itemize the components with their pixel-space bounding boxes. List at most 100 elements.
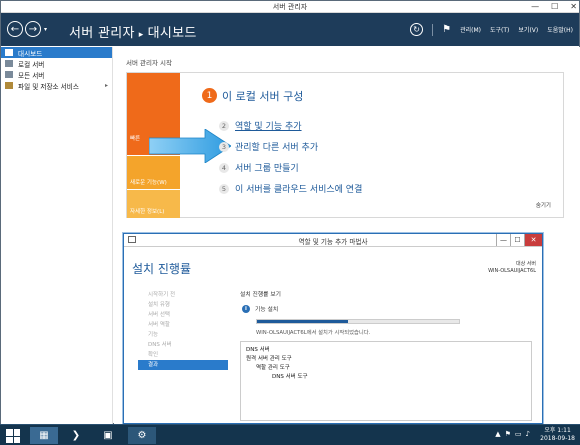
wizard-content: 설치 진행률 보기 i 기능 설치 WIN-OLSAUIJACT6L에서 설치가… (240, 289, 536, 421)
menu-help[interactable]: 도움말(H) (547, 25, 573, 34)
tray-expand-icon[interactable]: ▲ (495, 430, 500, 438)
taskbar: ▦ ❯ ▣ ⚙ ▲ ⚑ ▭ ♪ 오후 1:11 2018-09-18 (0, 424, 580, 445)
header-actions: ↻ ⚑ 관리(M) 도구(T) 보기(V) 도움말(H) (410, 23, 573, 36)
list-item: 원격 서버 관리 도구 (246, 356, 292, 362)
chevron-right-icon: ▸ (104, 82, 108, 89)
menu-view[interactable]: 보기(V) (518, 25, 538, 34)
wizard-title: 역할 및 기능 추가 마법사 (298, 238, 368, 246)
tile-quick-label: 빠른 (130, 136, 141, 142)
welcome-panel: 빠른 새로운 기능(W) 자세한 정보(L) 1 이 로컬 서버 구성 2 역할… (126, 72, 564, 218)
wizard-nav-item: 시작하기 전 (148, 292, 176, 298)
wizard-title-bar: 역할 및 기능 추가 마법사 — ☐ ✕ (124, 234, 542, 247)
back-button[interactable]: ← (7, 21, 23, 37)
clock[interactable]: 오후 1:11 2018-09-18 (540, 427, 575, 443)
step-label: 서버 그룹 만들기 (235, 164, 299, 174)
menu-tools[interactable]: 도구(T) (490, 25, 509, 34)
target-server-value: WIN-OLSAUIJACT6L (488, 268, 536, 274)
step-label: 관리할 다른 서버 추가 (235, 143, 319, 153)
menu-manage[interactable]: 관리(M) (460, 25, 481, 34)
step-number: 3 (219, 141, 229, 152)
refresh-icon[interactable]: ↻ (410, 23, 424, 36)
step-number: 2 (219, 120, 229, 131)
powershell-icon[interactable]: ❯ (62, 427, 90, 444)
step-label: 역할 및 기능 추가 (235, 122, 302, 132)
dashboard-icon (5, 49, 13, 56)
section-number-badge: 1 (202, 88, 217, 103)
notifications-flag-icon[interactable]: ⚑ (442, 24, 451, 35)
start-windows-icon[interactable] (6, 429, 20, 443)
wizard-nav-item: 서버 선택 (148, 312, 170, 318)
wizard-heading: 설치 진행률 (132, 262, 192, 276)
step-create-group[interactable]: 4 서버 그룹 만들기 (219, 161, 299, 174)
maximize-button[interactable]: ☐ (551, 2, 558, 11)
tile-new-label: 새로운 기능(W) (130, 180, 167, 186)
breadcrumb-page: 대시보드 (147, 26, 197, 41)
list-item: DNS 서버 (246, 347, 270, 353)
network-icon[interactable]: ▭ (515, 430, 522, 438)
sidebar-item-label: 로컬 서버 (18, 60, 45, 69)
forward-button[interactable]: → (25, 21, 41, 37)
close-button[interactable]: ✕ (570, 2, 577, 11)
wizard-nav-item: DNS 서버 (148, 342, 172, 348)
window-controls: — ☐ ✕ (531, 2, 577, 11)
wizard-window-controls: — ☐ ✕ (496, 234, 542, 246)
install-progress-bar (256, 319, 460, 324)
storage-icon (5, 82, 13, 89)
info-icon: i (242, 304, 250, 313)
wizard-nav-item: 설치 유형 (148, 302, 170, 308)
sidebar-item-local-server[interactable]: 로컬 서버 (1, 58, 112, 69)
view-progress-label: 설치 진행률 보기 (240, 292, 282, 298)
sidebar-item-dashboard[interactable]: 대시보드 (1, 47, 112, 58)
server-icon (5, 60, 13, 67)
list-item: DNS 서버 도구 (272, 374, 308, 380)
wizard-nav: 시작하기 전 설치 유형 서버 선택 서버 역할 기능 DNS 서버 확인 결과 (138, 290, 228, 370)
install-status-row: i 기능 설치 (242, 304, 278, 313)
wizard-minimize-button[interactable]: — (496, 234, 510, 246)
wizard-header: 설치 진행률 대상 서버 WIN-OLSAUIJACT6L (124, 247, 542, 281)
server-manager-icon[interactable]: ▦ (30, 427, 58, 444)
step-connect-cloud[interactable]: 5 이 서버를 클라우드 서비스에 연결 (219, 182, 362, 195)
action-center-icon[interactable]: ⚑ (505, 430, 511, 438)
tile-learn-more[interactable]: 자세한 정보(L) (127, 189, 180, 218)
volume-icon[interactable]: ♪ (526, 430, 530, 438)
sidebar-item-all-servers[interactable]: 모든 서버 (1, 69, 112, 80)
wizard-nav-item-results[interactable]: 결과 (138, 360, 228, 370)
step-number: 4 (219, 162, 229, 173)
add-roles-wizard-window: 역할 및 기능 추가 마법사 — ☐ ✕ 설치 진행률 대상 서버 WIN-OL… (123, 233, 543, 424)
tile-more-label: 자세한 정보(L) (130, 209, 165, 215)
wizard-icon[interactable]: ⚙ (128, 427, 156, 444)
feature-list: DNS 서버 원격 서버 관리 도구 역할 관리 도구 DNS 서버 도구 (240, 341, 532, 421)
minimize-button[interactable]: — (531, 2, 539, 11)
sidebar-item-label: 모든 서버 (18, 71, 45, 80)
install-status-text: 기능 설치 (255, 307, 279, 313)
sidebar: 대시보드 로컬 서버 모든 서버 파일 및 저장소 서비스 ▸ (1, 47, 113, 425)
wizard-nav-item: 서버 역할 (148, 322, 170, 328)
header-bar: ← → ▾ 서버 관리자 ▸ 대시보드 ↻ ⚑ 관리(M) 도구(T) 보기(V) … (1, 13, 579, 46)
welcome-title: 서버 관리자 시작 (126, 59, 172, 67)
refresh-glyph: ↻ (413, 25, 420, 34)
wizard-nav-item: 기능 (148, 332, 159, 338)
servers-icon (5, 71, 13, 78)
header-divider (432, 23, 434, 36)
window-title: 서버 관리자 (272, 3, 308, 11)
back-arrow-icon: ← (10, 23, 20, 35)
clock-time: 오후 1:11 (544, 427, 571, 434)
forward-arrow-icon: → (28, 23, 38, 35)
wizard-close-button[interactable]: ✕ (524, 234, 542, 246)
step-add-servers[interactable]: 3 관리할 다른 서버 추가 (219, 140, 318, 153)
wizard-maximize-button[interactable]: ☐ (510, 234, 524, 246)
progress-fill (257, 320, 348, 323)
history-dropdown-icon[interactable]: ▾ (44, 26, 47, 33)
step-label: 이 서버를 클라우드 서비스에 연결 (235, 185, 363, 195)
breadcrumb-app[interactable]: 서버 관리자 (69, 26, 135, 41)
breadcrumb-separator-icon: ▸ (138, 30, 144, 40)
sidebar-item-file-storage[interactable]: 파일 및 저장소 서비스 ▸ (1, 80, 112, 91)
step-add-roles[interactable]: 2 역할 및 기능 추가 (219, 119, 302, 132)
sidebar-item-label: 파일 및 저장소 서비스 (18, 82, 79, 91)
step-number: 5 (219, 183, 229, 194)
list-item: 역할 관리 도구 (256, 365, 290, 371)
hide-link[interactable]: 숨기기 (536, 201, 551, 209)
explorer-icon[interactable]: ▣ (94, 427, 122, 444)
system-tray: ▲ ⚑ ▭ ♪ (495, 430, 530, 438)
wizard-nav-item: 확인 (148, 352, 159, 358)
